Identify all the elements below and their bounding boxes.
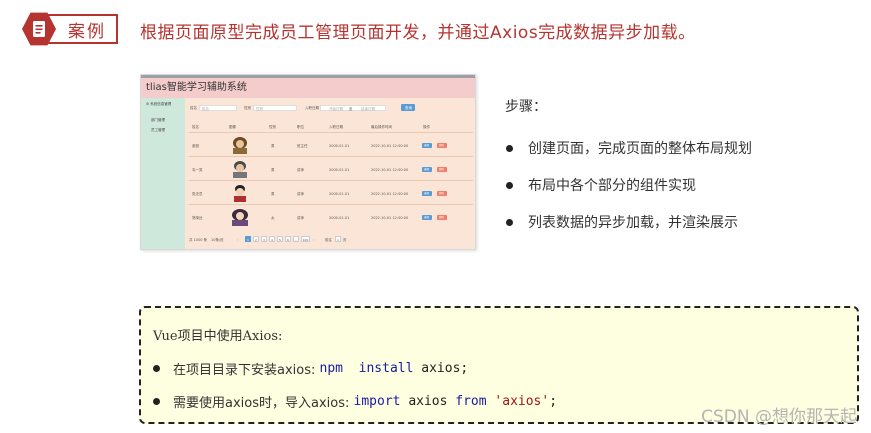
preview-page-3[interactable]: 3: [261, 236, 267, 242]
case-badge: 案例: [22, 12, 118, 46]
preview-gender-select[interactable]: 性别: [253, 105, 297, 111]
preview-page-1[interactable]: 1: [245, 236, 251, 242]
code-axios: axios;: [421, 361, 469, 376]
steps-title: 步骤：: [505, 99, 547, 115]
preview-sidebar-group[interactable]: ⚙ 系统信息管理: [146, 102, 171, 107]
edit-button[interactable]: 编辑: [422, 215, 432, 220]
bullet-icon: [506, 181, 513, 189]
preview-col-entry: 入职日期: [329, 125, 343, 129]
preview-page-ellipsis[interactable]: ...: [293, 236, 299, 242]
list-item: 列表数据的异步加载，并渲染展示: [506, 212, 738, 232]
delete-button[interactable]: 删除: [437, 167, 447, 172]
preview-name-input[interactable]: 姓名: [199, 105, 237, 111]
preview-sidebar-item-emp[interactable]: 员工管理: [151, 128, 165, 133]
code-semicolon: ;: [549, 394, 558, 409]
bullet-icon: [506, 218, 513, 226]
watermark: CSDN @想你那天起: [701, 407, 857, 427]
preview-page-6[interactable]: 6: [285, 236, 291, 242]
code-install: install: [358, 361, 414, 376]
preview-sidebar: ⚙ 系统信息管理 部门管理 员工管理: [141, 98, 185, 249]
code-import: import: [353, 394, 401, 409]
preview-divider: [189, 132, 473, 133]
delete-button[interactable]: 删除: [437, 143, 447, 148]
preview-col-gender: 性别: [269, 125, 276, 129]
preview-page-4[interactable]: 4: [269, 236, 275, 242]
code-npm: npm: [319, 361, 343, 376]
bullet-icon: [153, 398, 160, 405]
note-title: Vue项目中使用Axios:: [153, 329, 283, 344]
bullet-icon: [506, 144, 513, 152]
preview-date-range[interactable]: 开始日期 至 结束日期: [320, 105, 386, 111]
install-line: 在项目目录下安装axios: npm install axios;: [153, 359, 468, 378]
page-headline: 根据页面原型完成员工管理页面开发，并通过Axios完成数据异步加载。: [140, 23, 696, 43]
edit-button[interactable]: 编辑: [422, 191, 432, 196]
preview-app-title: tlias智能学习辅助系统: [141, 78, 475, 98]
bullet-icon: [153, 365, 160, 372]
prev-page-icon[interactable]: ‹: [237, 238, 238, 242]
avatar: [234, 185, 246, 202]
preview-goto-input[interactable]: 1: [335, 236, 341, 242]
preview-page-size[interactable]: 10条/页: [211, 238, 224, 242]
preview-col-actions: 操作: [423, 125, 430, 129]
preview-goto-label: 前往: [325, 238, 332, 242]
preview-col-avatar: 图像: [229, 125, 236, 129]
preview-col-updated: 最后操作时间: [371, 125, 392, 129]
avatar: [233, 137, 247, 154]
preview-main: 姓名 姓名 性别 性别 入职日期 开始日期 至 结束日期 查询 姓名 图像 性别…: [185, 98, 475, 249]
code-from: from: [455, 394, 487, 409]
preview-col-job: 职位: [297, 125, 304, 129]
preview-query-button[interactable]: 查询: [401, 104, 415, 111]
delete-button[interactable]: 删除: [437, 191, 447, 196]
import-line: 需要使用axios时，导入axios: import axios from 'a…: [153, 392, 557, 411]
edit-button[interactable]: 编辑: [422, 143, 432, 148]
preview-page-5[interactable]: 5: [277, 236, 283, 242]
list-item: 布局中各个部分的组件实现: [506, 175, 696, 195]
preview-page-100[interactable]: 100: [301, 236, 310, 242]
next-page-icon[interactable]: ›: [313, 238, 314, 242]
preview-col-name: 姓名: [192, 125, 199, 129]
preview-name-label: 姓名: [190, 106, 197, 110]
preview-page-2[interactable]: 2: [253, 236, 259, 242]
avatar: [233, 161, 247, 178]
list-item: 创建页面，完成页面的整体布局规划: [506, 138, 752, 158]
preview-total: 共 1000 条: [189, 238, 208, 242]
code-ident: axios: [408, 394, 448, 409]
preview-sidebar-item-dept[interactable]: 部门管理: [151, 118, 165, 123]
preview-date-label: 入职日期: [305, 106, 319, 110]
preview-gender-label: 性别: [244, 106, 251, 110]
preview-page-unit: 页: [343, 238, 347, 242]
delete-button[interactable]: 删除: [437, 215, 447, 220]
edit-button[interactable]: 编辑: [422, 167, 432, 172]
avatar: [232, 209, 248, 226]
code-string: 'axios': [494, 394, 550, 409]
employee-page-preview: tlias智能学习辅助系统 ⚙ 系统信息管理 部门管理 员工管理 姓名 姓名 性…: [140, 74, 476, 250]
badge-label: 案例: [48, 14, 118, 44]
